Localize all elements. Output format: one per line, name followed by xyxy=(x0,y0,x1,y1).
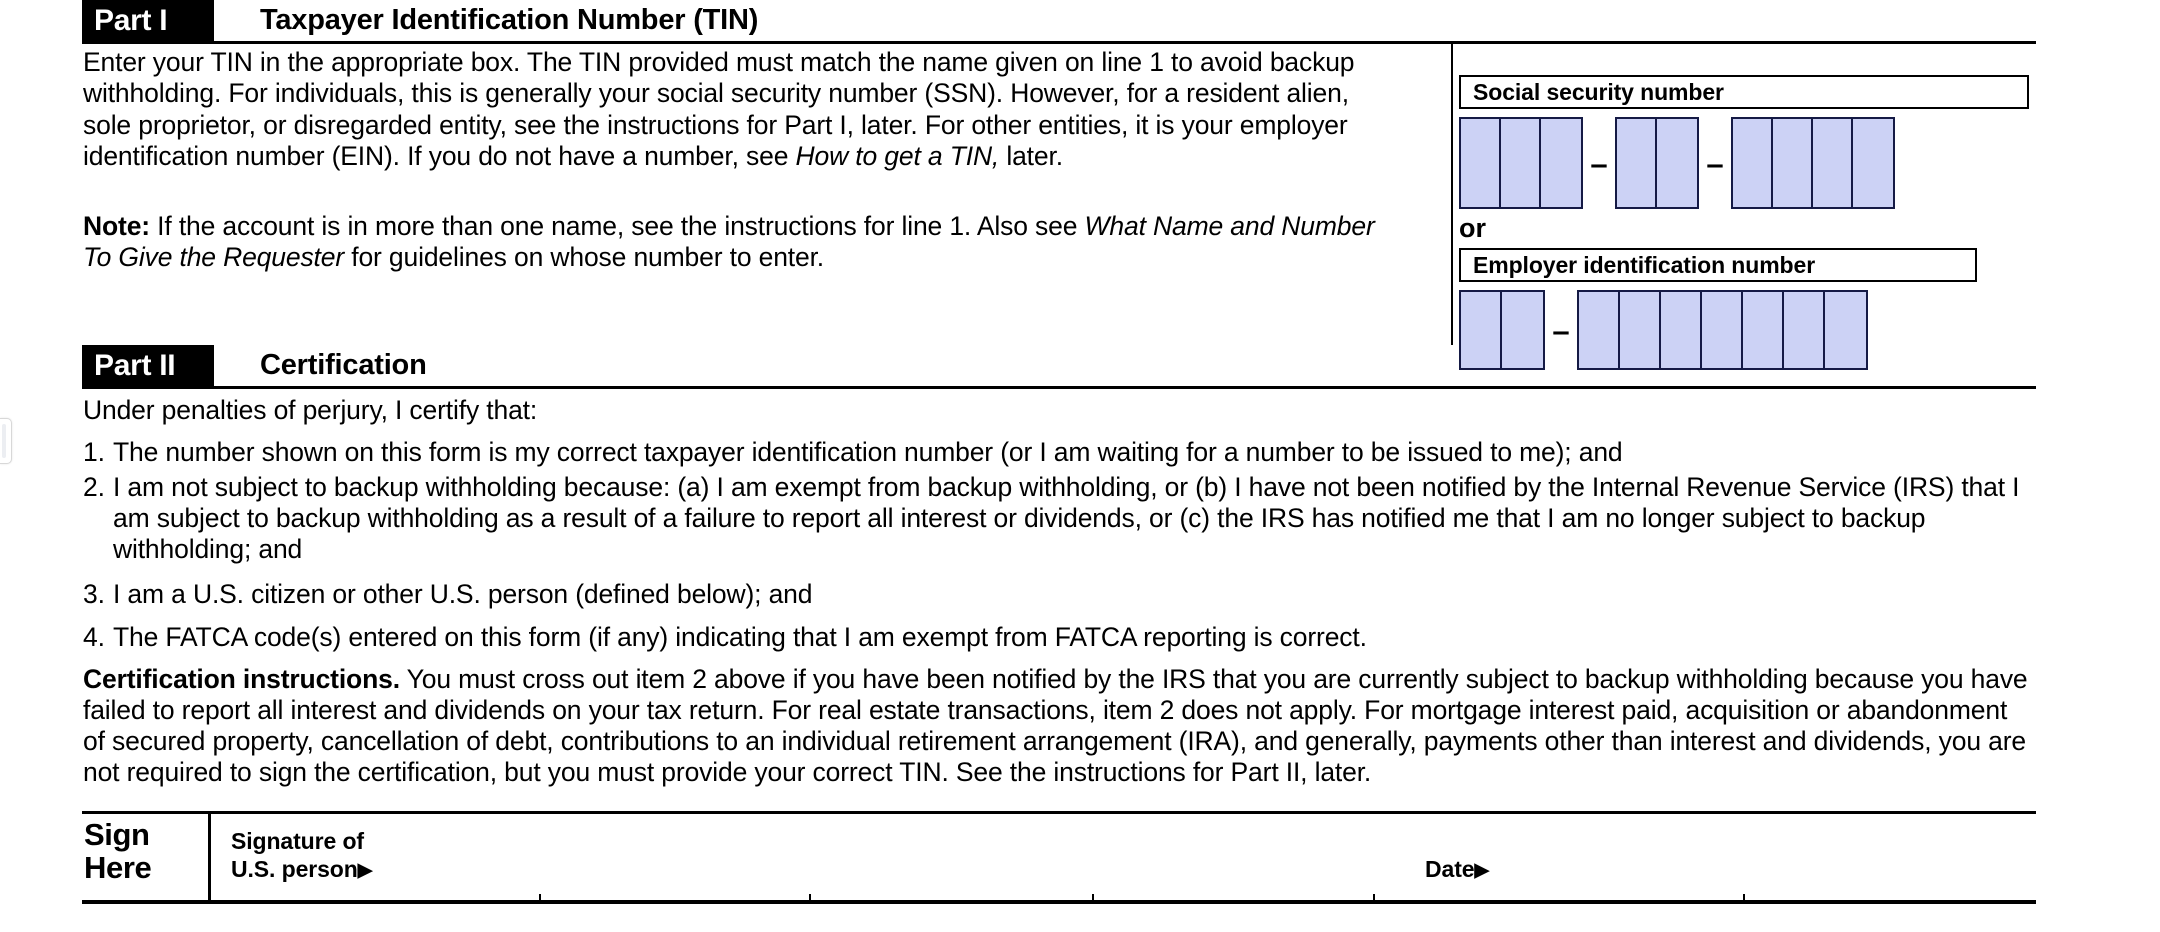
ssn-dash-1: – xyxy=(1590,145,1608,181)
ssn-digit-cell[interactable] xyxy=(1853,119,1893,207)
part-2-title: Certification xyxy=(260,349,427,381)
certification-item-2: 2. I am not subject to backup withholdin… xyxy=(83,472,2038,565)
certification-item-3-text: I am a U.S. citizen or other U.S. person… xyxy=(113,579,813,609)
ssn-digit-cell[interactable] xyxy=(1733,119,1773,207)
certification-item-4: 4. The FATCA code(s) entered on this for… xyxy=(83,622,2013,653)
date-label: Date▶ xyxy=(1425,856,1489,883)
sign-here-cell: Sign Here xyxy=(82,814,211,903)
certification-item-4-text: The FATCA code(s) entered on this form (… xyxy=(113,622,1367,652)
social-security-number-label: Social security number xyxy=(1459,75,2029,109)
sign-here-line-2: Here xyxy=(84,850,152,886)
part-1-title: Taxpayer Identification Number (TIN) xyxy=(260,4,759,36)
ssn-group-2 xyxy=(1615,117,1699,209)
ssn-group-3 xyxy=(1731,117,1895,209)
signature-of-us-person-label: Signature of U.S. person▶ xyxy=(231,827,372,883)
part-2-tag: Part II xyxy=(82,345,214,386)
certification-item-2-number: 2. xyxy=(83,472,105,502)
sign-here-line-1: Sign xyxy=(84,817,150,852)
signature-rule-tick-1 xyxy=(539,894,541,900)
ssn-digit-cell[interactable] xyxy=(1813,119,1853,207)
signature-rule-tick-5 xyxy=(1743,894,1745,900)
ssn-digit-cell[interactable] xyxy=(1501,119,1541,207)
ssn-digit-cell[interactable] xyxy=(1617,119,1657,207)
date-label-text: Date xyxy=(1425,856,1475,882)
certification-item-4-number: 4. xyxy=(83,622,105,652)
ssn-digit-cell[interactable] xyxy=(1461,119,1501,207)
signature-rule-tick-2 xyxy=(809,894,811,900)
certification-lead-text: Under penalties of perjury, I certify th… xyxy=(83,395,538,425)
part-1-note-paragraph: Note: If the account is in more than one… xyxy=(83,211,1375,273)
sign-here-block: Sign Here Signature of U.S. person▶ Date… xyxy=(82,811,2036,904)
part-2-header-bar: Part II Certification xyxy=(82,345,2036,389)
certification-instructions-paragraph: Certification instructions. You must cro… xyxy=(83,664,2028,788)
signature-label-line-1: Signature of xyxy=(231,828,364,854)
certification-item-1-text: The number shown on this form is my corr… xyxy=(113,437,1623,467)
certification-item-3: 3. I am a U.S. citizen or other U.S. per… xyxy=(83,579,2013,610)
certification-item-2-text: I am not subject to backup withholding b… xyxy=(113,472,2020,565)
ssn-digit-cell[interactable] xyxy=(1541,119,1581,207)
ssn-group-1 xyxy=(1459,117,1583,209)
ssn-digit-cell[interactable] xyxy=(1773,119,1813,207)
certification-item-3-number: 3. xyxy=(83,579,105,609)
left-edge-drag-handle[interactable] xyxy=(0,418,12,464)
or-separator-label: or xyxy=(1459,213,1486,243)
part-1-tag: Part I xyxy=(82,0,214,41)
w9-form-page: Part I Taxpayer Identification Number (T… xyxy=(0,0,2160,932)
employer-identification-number-label: Employer identification number xyxy=(1459,248,1977,282)
ssn-dash-2: – xyxy=(1706,145,1724,181)
tin-entry-column: Social security number – – or Employer id… xyxy=(1453,41,2036,370)
part-1-header-bar: Part I Taxpayer Identification Number (T… xyxy=(82,0,2036,44)
sign-here-label: Sign Here xyxy=(84,817,152,886)
ssn-digit-cell[interactable] xyxy=(1657,119,1697,207)
signature-label-line-2: U.S. person xyxy=(231,856,358,883)
certification-item-1-number: 1. xyxy=(83,437,105,467)
part-1-bar-filler xyxy=(758,0,2036,41)
signature-arrow-icon: ▶ xyxy=(357,860,373,882)
part-1-instructions-column: Enter your TIN in the appropriate box. T… xyxy=(82,41,1453,345)
signature-rule-tick-3 xyxy=(1092,894,1094,900)
date-arrow-icon: ▶ xyxy=(1474,860,1489,881)
social-security-number-input-row[interactable]: – – xyxy=(1459,117,1895,209)
part-1-body: Enter your TIN in the appropriate box. T… xyxy=(82,41,2036,370)
part-2-bar-filler xyxy=(427,345,2036,386)
part-1-intro-paragraph: Enter your TIN in the appropriate box. T… xyxy=(83,47,1355,171)
signature-rule-tick-4 xyxy=(1373,894,1375,900)
certification-item-1: 1. The number shown on this form is my c… xyxy=(83,437,2013,468)
